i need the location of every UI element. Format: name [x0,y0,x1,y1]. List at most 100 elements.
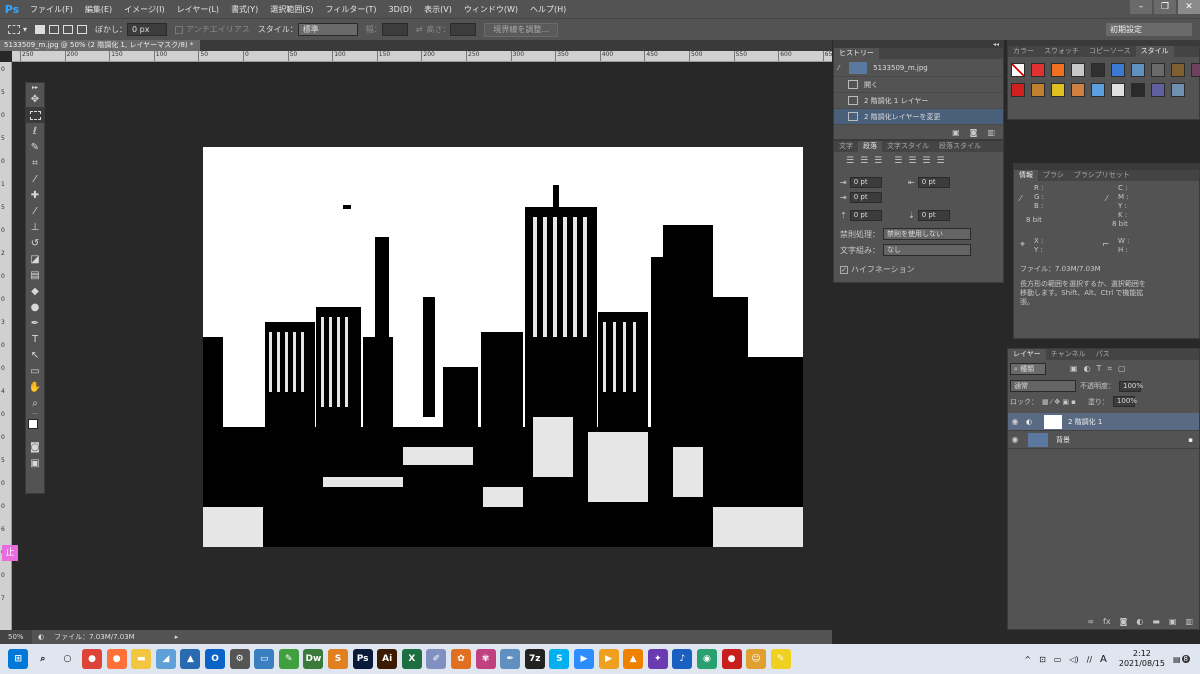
tab-paragraph-style[interactable]: 段落スタイル [934,141,986,152]
restore-button[interactable]: ❐ [1154,0,1176,14]
space-after-input[interactable]: 0 pt [917,210,950,221]
style-swatch[interactable] [1091,83,1105,97]
eye-icon[interactable]: ◉ [1008,435,1022,444]
style-swatch[interactable] [1011,83,1025,97]
intersect-selection-icon[interactable] [77,25,88,34]
app-12-icon[interactable]: ◉ [696,649,717,669]
menu-image[interactable]: イメージ(I) [118,4,170,15]
dodge-tool-icon[interactable]: ● [26,299,44,315]
align-center-icon[interactable]: ☰ [860,156,868,166]
indent-left-input[interactable]: 0 pt [849,177,882,188]
7zip-icon[interactable]: 7z [524,649,545,669]
adjustment-icon[interactable]: ◐ [1136,617,1143,626]
style-select[interactable]: 標準 [297,23,358,36]
tab-swatches[interactable]: スウォッチ [1039,46,1084,57]
hand-tool-icon[interactable]: ✋ [26,379,44,395]
shape-tool-icon[interactable]: ▭ [26,363,44,379]
settings-icon[interactable]: ⚙ [229,649,250,669]
history-item[interactable]: 2 階調化 1 レイヤー [834,93,1003,109]
style-swatch[interactable] [1151,63,1165,77]
zoom-icon[interactable]: ▶ [573,649,594,669]
style-swatch[interactable] [1171,83,1185,97]
clock[interactable]: 2:12 2021/08/15 [1119,649,1165,669]
tab-color[interactable]: カラー [1008,46,1039,57]
style-swatch[interactable] [1071,63,1085,77]
style-swatch[interactable] [1051,83,1065,97]
style-swatch-none[interactable] [1011,63,1025,77]
style-swatch[interactable] [1031,63,1045,77]
photos-icon[interactable]: ▲ [180,649,201,669]
tab-brush[interactable]: ブラシ [1038,170,1069,181]
tab-character[interactable]: 文字 [834,141,858,152]
document-image[interactable] [203,147,803,547]
layer-name[interactable]: 背景 [1056,435,1070,445]
trash-icon[interactable]: ▥ [1185,617,1193,626]
path-select-tool-icon[interactable]: ↖ [26,347,44,363]
eraser-tool-icon[interactable]: ◪ [26,251,44,267]
height-input[interactable] [450,23,477,36]
new-document-icon[interactable]: ▣ [952,128,960,137]
zoom-level[interactable]: 50% [0,630,32,644]
opacity-input[interactable]: 100% [1119,380,1143,392]
notifications-icon[interactable]: ▤ 8 [1173,655,1190,664]
style-swatch[interactable] [1051,63,1065,77]
layer-name[interactable]: 2 階調化 1 [1068,417,1102,427]
app-2-icon[interactable]: ▭ [254,649,275,669]
pen-tool-icon[interactable]: ✒ [26,315,44,331]
skype-icon[interactable]: S [549,649,570,669]
app-6-icon[interactable]: ✿ [450,649,471,669]
zoom-tool-icon[interactable]: ⌕ [26,395,44,411]
ime-indicator-icon[interactable]: 止 [2,545,18,561]
fill-input[interactable]: 100% [1112,396,1137,407]
photoshop-icon[interactable]: Ps [352,649,373,669]
battery-icon[interactable]: ▭ [1054,655,1062,664]
clone-stamp-tool-icon[interactable]: ⊥ [26,219,44,235]
fx-icon[interactable]: fx [1103,617,1111,626]
filter-pixel-icon[interactable]: ▣ [1070,364,1078,374]
menu-view[interactable]: 表示(V) [418,4,458,15]
gradient-tool-icon[interactable]: ▤ [26,267,44,283]
panel-collapse-icon[interactable]: ◂◂ [834,41,1003,48]
style-swatch[interactable] [1091,63,1105,77]
ime-icon[interactable]: A [1100,654,1107,665]
justify-right-icon[interactable]: ☰ [922,156,930,166]
brush-tool-icon[interactable]: ⁄ [26,203,44,219]
style-swatch[interactable] [1171,63,1185,77]
new-layer-icon[interactable]: ▣ [1169,617,1177,626]
filter-adjust-icon[interactable]: ◐ [1084,364,1091,374]
app-9-icon[interactable]: ▶ [598,649,619,669]
tab-history[interactable]: ヒストリー [834,48,879,59]
tray-app-icon[interactable]: ⊡ [1039,655,1046,664]
eye-icon[interactable]: ◉ [1008,417,1022,426]
record-icon[interactable]: ● [721,649,742,669]
lock-icons[interactable]: ▦ ⁄ ✥ ▣ ▪ [1042,398,1076,406]
space-before-input[interactable]: 0 pt [849,210,882,221]
history-snapshot[interactable]: ⁄ 5133509_m.jpg [834,59,1003,77]
justify-left-icon[interactable]: ☰ [894,156,902,166]
tab-clone-source[interactable]: コピーソース [1084,46,1136,57]
kinsoku-select[interactable]: 禁則を使用しない [883,228,971,240]
blur-tool-icon[interactable]: ◆ [26,283,44,299]
feather-input[interactable]: 0 px [127,23,168,36]
history-item[interactable]: 2 階調化レイヤーを変更 [834,109,1003,125]
swap-icon[interactable]: ⇄ [416,25,423,34]
type-tool-icon[interactable]: T [26,331,44,347]
layer-row[interactable]: ◉ 背景 ▪ [1008,431,1199,449]
blend-mode-select[interactable]: 通常 [1010,380,1076,392]
layer-mask-thumbnail[interactable] [1044,414,1062,429]
volume-icon[interactable]: ◁) [1069,655,1078,664]
minimize-button[interactable]: – [1130,0,1152,14]
filter-shape-icon[interactable]: ⌗ [1107,364,1112,374]
app-4-icon[interactable]: S [328,649,349,669]
tab-character-style[interactable]: 文字スタイル [882,141,934,152]
style-swatch[interactable] [1111,63,1125,77]
app-10-icon[interactable]: ✦ [647,649,668,669]
status-menu-arrow-icon[interactable]: ▸ [175,633,179,641]
menu-3d[interactable]: 3D(D) [383,5,419,14]
style-swatch[interactable] [1031,83,1045,97]
search-icon[interactable]: ⌕ [32,649,53,669]
app-14-icon[interactable]: ✎ [770,649,791,669]
style-swatch[interactable] [1111,83,1125,97]
windows-icon[interactable]: ⊞ [8,649,29,669]
firefox-icon[interactable]: ● [106,649,127,669]
